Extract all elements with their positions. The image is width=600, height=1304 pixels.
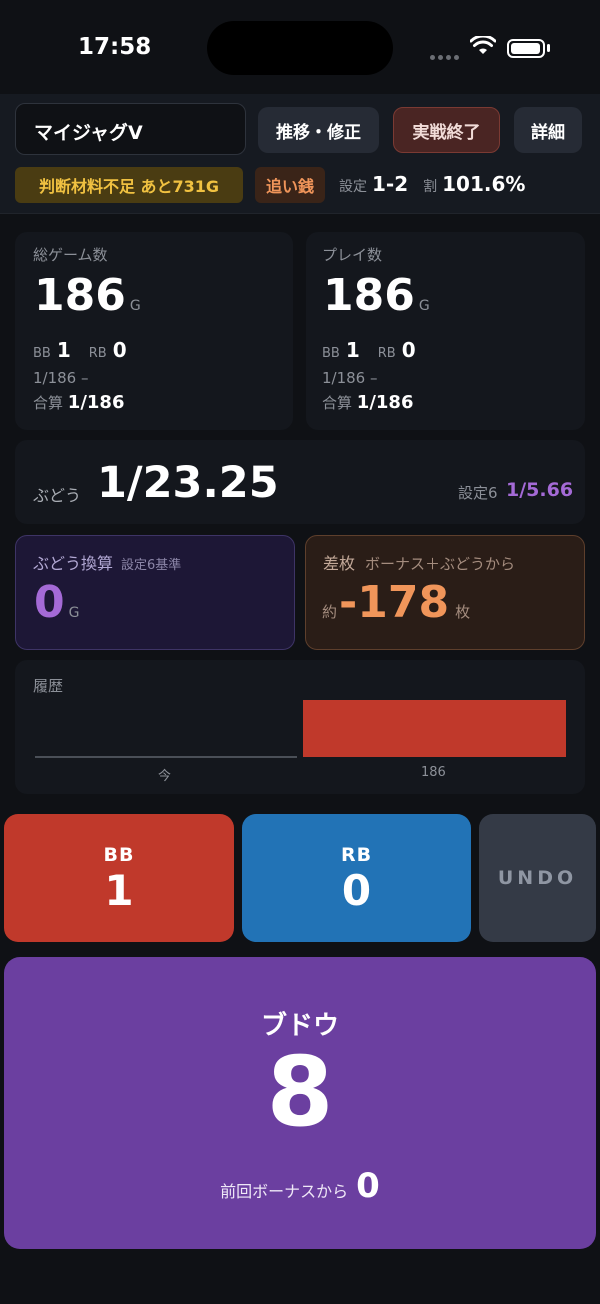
rb-button-label: RB <box>340 844 373 866</box>
plays-value-row: 186 G <box>323 270 430 321</box>
grape-conversion-label: ぶどう換算 <box>33 554 114 573</box>
history-baseline <box>35 756 297 758</box>
bb-label: BB <box>322 346 340 361</box>
since-bonus-value: 0 <box>356 1166 380 1206</box>
total-games-unit: G <box>129 298 141 314</box>
history-bb-bar <box>303 700 566 757</box>
bb-button-label: BB <box>103 844 135 866</box>
since-bonus-label: 前回ボーナスから <box>220 1182 349 1201</box>
rb-button-count: 0 <box>341 866 372 915</box>
bb-value: 1 <box>345 338 360 362</box>
status-time: 17:58 <box>78 34 152 60</box>
combined-value: 1/186 <box>356 392 414 413</box>
setting-value: 1-2 <box>372 172 409 196</box>
plays-ratio: 1/186 – <box>322 369 378 387</box>
combined-label: 合算 <box>33 394 64 412</box>
undo-button[interactable]: UNDO <box>479 814 596 942</box>
bb-counter-button[interactable]: BB 1 <box>4 814 234 942</box>
detail-button[interactable]: 詳細 <box>514 107 582 153</box>
chase-money-badge: 追い銭 <box>255 167 325 203</box>
setting6-value: 1/5.66 <box>506 479 574 501</box>
total-games-value: 186 <box>34 270 126 321</box>
coin-difference-prefix: 約 <box>322 603 338 621</box>
rb-label: RB <box>88 346 107 361</box>
plays-bonus-line: BB 1 RB 0 <box>322 338 428 362</box>
total-games-value-row: 186 G <box>34 270 141 321</box>
coin-difference-value-row: 約 -178 枚 <box>322 577 470 628</box>
grape-conversion-value: 0 <box>34 577 65 628</box>
setting-estimate: 設定 1-2 割 101.6% <box>339 172 525 196</box>
combined-value: 1/186 <box>67 392 125 413</box>
coin-difference-sublabel: ボーナス＋ぶどうから <box>365 555 516 573</box>
total-games-label: 総ゲーム数 <box>33 246 108 264</box>
insufficient-data-badge: 判断材料不足 あと731G <box>15 167 243 203</box>
wifi-icon <box>469 34 497 60</box>
grape-conversion-value-row: 0 G <box>34 577 79 628</box>
rb-counter-button[interactable]: RB 0 <box>242 814 471 942</box>
rate-value: 101.6% <box>442 172 526 196</box>
grape-button-count: 8 <box>266 1036 334 1148</box>
total-games-bonus-line: BB 1 RB 0 <box>33 338 139 362</box>
rate-label: 割 <box>423 179 438 195</box>
bb-value: 1 <box>56 338 71 362</box>
machine-name-field[interactable]: マイジャグV <box>15 103 246 155</box>
setting-label: 設定 <box>339 179 367 195</box>
plays-unit: G <box>418 298 430 314</box>
bb-label: BB <box>33 346 51 361</box>
history-tick-end: 186 <box>421 765 446 780</box>
total-games-ratio: 1/186 – <box>33 369 89 387</box>
history-tick-now: 今 <box>158 769 172 784</box>
plays-value: 186 <box>323 270 415 321</box>
grape-conversion-header: ぶどう換算 設定6基準 <box>33 550 181 574</box>
grape-label: ぶどう <box>33 486 82 505</box>
plays-label: プレイ数 <box>322 246 383 264</box>
history-label: 履歴 <box>33 677 64 695</box>
undo-button-label: UNDO <box>497 867 578 889</box>
combined-label: 合算 <box>322 394 353 412</box>
plays-combined: 合算 1/186 <box>322 392 413 413</box>
rb-value: 0 <box>401 338 416 362</box>
total-games-combined: 合算 1/186 <box>33 392 124 413</box>
cellular-signal-icon <box>430 45 462 64</box>
rb-value: 0 <box>112 338 127 362</box>
end-session-button[interactable]: 実戦終了 <box>393 107 500 153</box>
trend-edit-button[interactable]: 推移・修正 <box>258 107 379 153</box>
grape-conversion-sublabel: 設定6基準 <box>121 558 182 573</box>
dynamic-island <box>207 21 393 75</box>
grape-value: 1/23.25 <box>97 458 279 508</box>
coin-difference-unit: 枚 <box>455 603 471 621</box>
battery-icon <box>507 39 545 58</box>
grape-conversion-unit: G <box>68 605 80 621</box>
coin-difference-value: -178 <box>339 577 450 628</box>
setting6-label: 設定6 <box>458 484 498 502</box>
battery-cap-icon <box>547 44 550 52</box>
coin-difference-label: 差枚 <box>323 554 356 573</box>
bb-button-count: 1 <box>104 866 134 915</box>
rb-label: RB <box>377 346 396 361</box>
since-bonus-line: 前回ボーナスから 0 <box>0 1166 600 1206</box>
coin-difference-header: 差枚 ボーナス＋ぶどうから <box>323 550 515 574</box>
